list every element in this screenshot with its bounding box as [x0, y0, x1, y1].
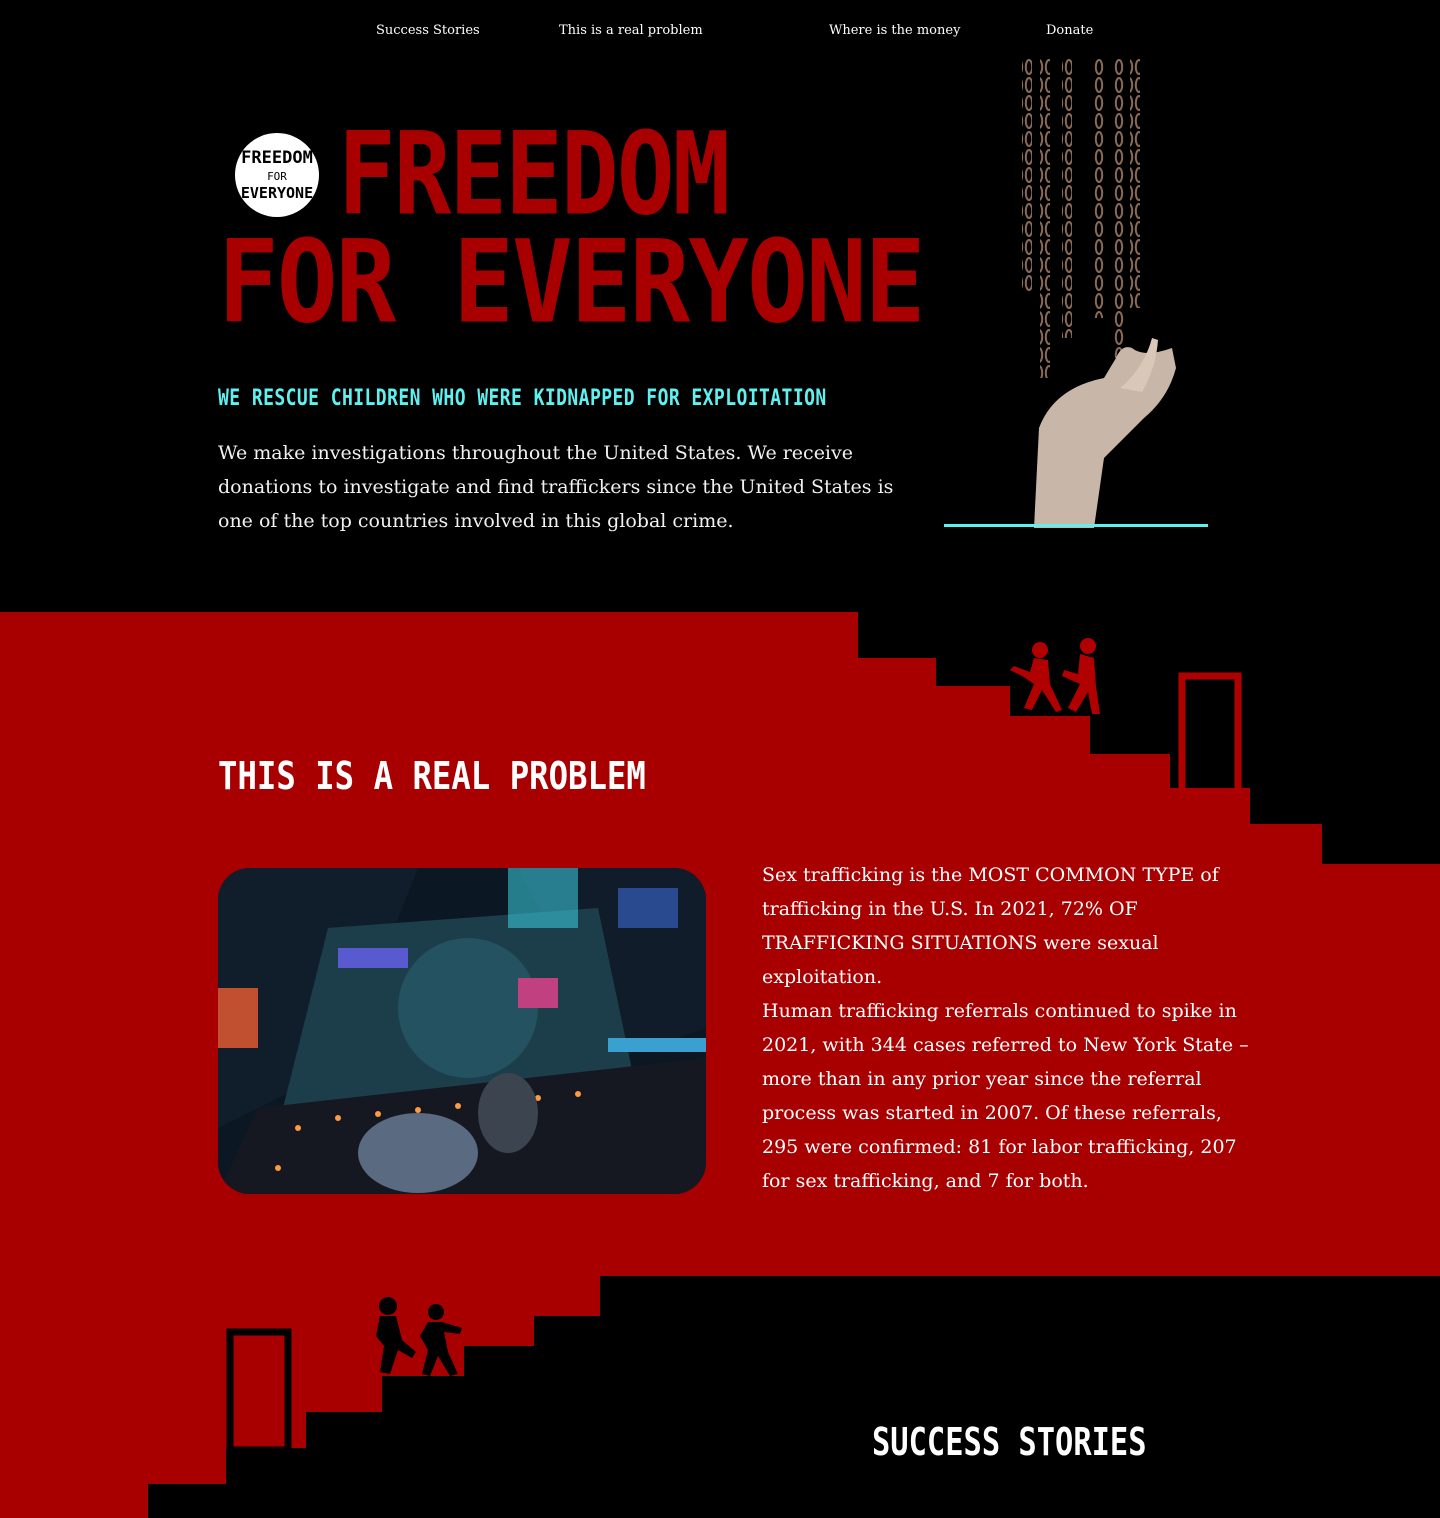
- problem-paragraph-2: Human trafficking referrals continued to…: [762, 1000, 1249, 1192]
- problem-title: THIS IS A REAL PROBLEM: [218, 754, 646, 798]
- logo-badge-icon[interactable]: FREEDOM FOR EVERYONE: [232, 130, 322, 220]
- hero-body-text: We make investigations throughout the Un…: [218, 442, 894, 532]
- success-stories-title: SUCCESS STORIES: [872, 1420, 1147, 1464]
- hero-accent-line: [944, 524, 1208, 527]
- logo-text-line2: FOR: [267, 170, 287, 183]
- children-running-icon: [1010, 638, 1100, 714]
- hero-title-line1: FREEDOM: [338, 107, 730, 242]
- nav-success-stories[interactable]: Success Stories: [376, 23, 480, 38]
- nav-real-problem[interactable]: This is a real problem: [559, 23, 703, 38]
- logo-text-line1: FREEDOM: [241, 148, 313, 168]
- nav-where-is-the-money[interactable]: Where is the money: [829, 23, 960, 38]
- chains-hand-image: [944, 58, 1208, 528]
- logo-text-line3: EVERYONE: [241, 184, 313, 202]
- city-aerial-image: [218, 868, 706, 1194]
- problem-paragraph-1: Sex trafficking is the MOST COMMON TYPE …: [762, 864, 1219, 988]
- problem-body-text: Sex trafficking is the MOST COMMON TYPE …: [762, 858, 1262, 1198]
- children-running-icon: [376, 1297, 462, 1376]
- hero-subtitle: WE RESCUE CHILDREN WHO WERE KIDNAPPED FO…: [218, 386, 827, 411]
- door-icon: [1178, 672, 1242, 794]
- door-icon: [226, 1328, 292, 1450]
- hero-title-line2: FOR EVERYONE: [218, 215, 925, 350]
- nav-donate[interactable]: Donate: [1046, 23, 1093, 38]
- top-navigation: Success Stories This is a real problem W…: [0, 0, 1440, 60]
